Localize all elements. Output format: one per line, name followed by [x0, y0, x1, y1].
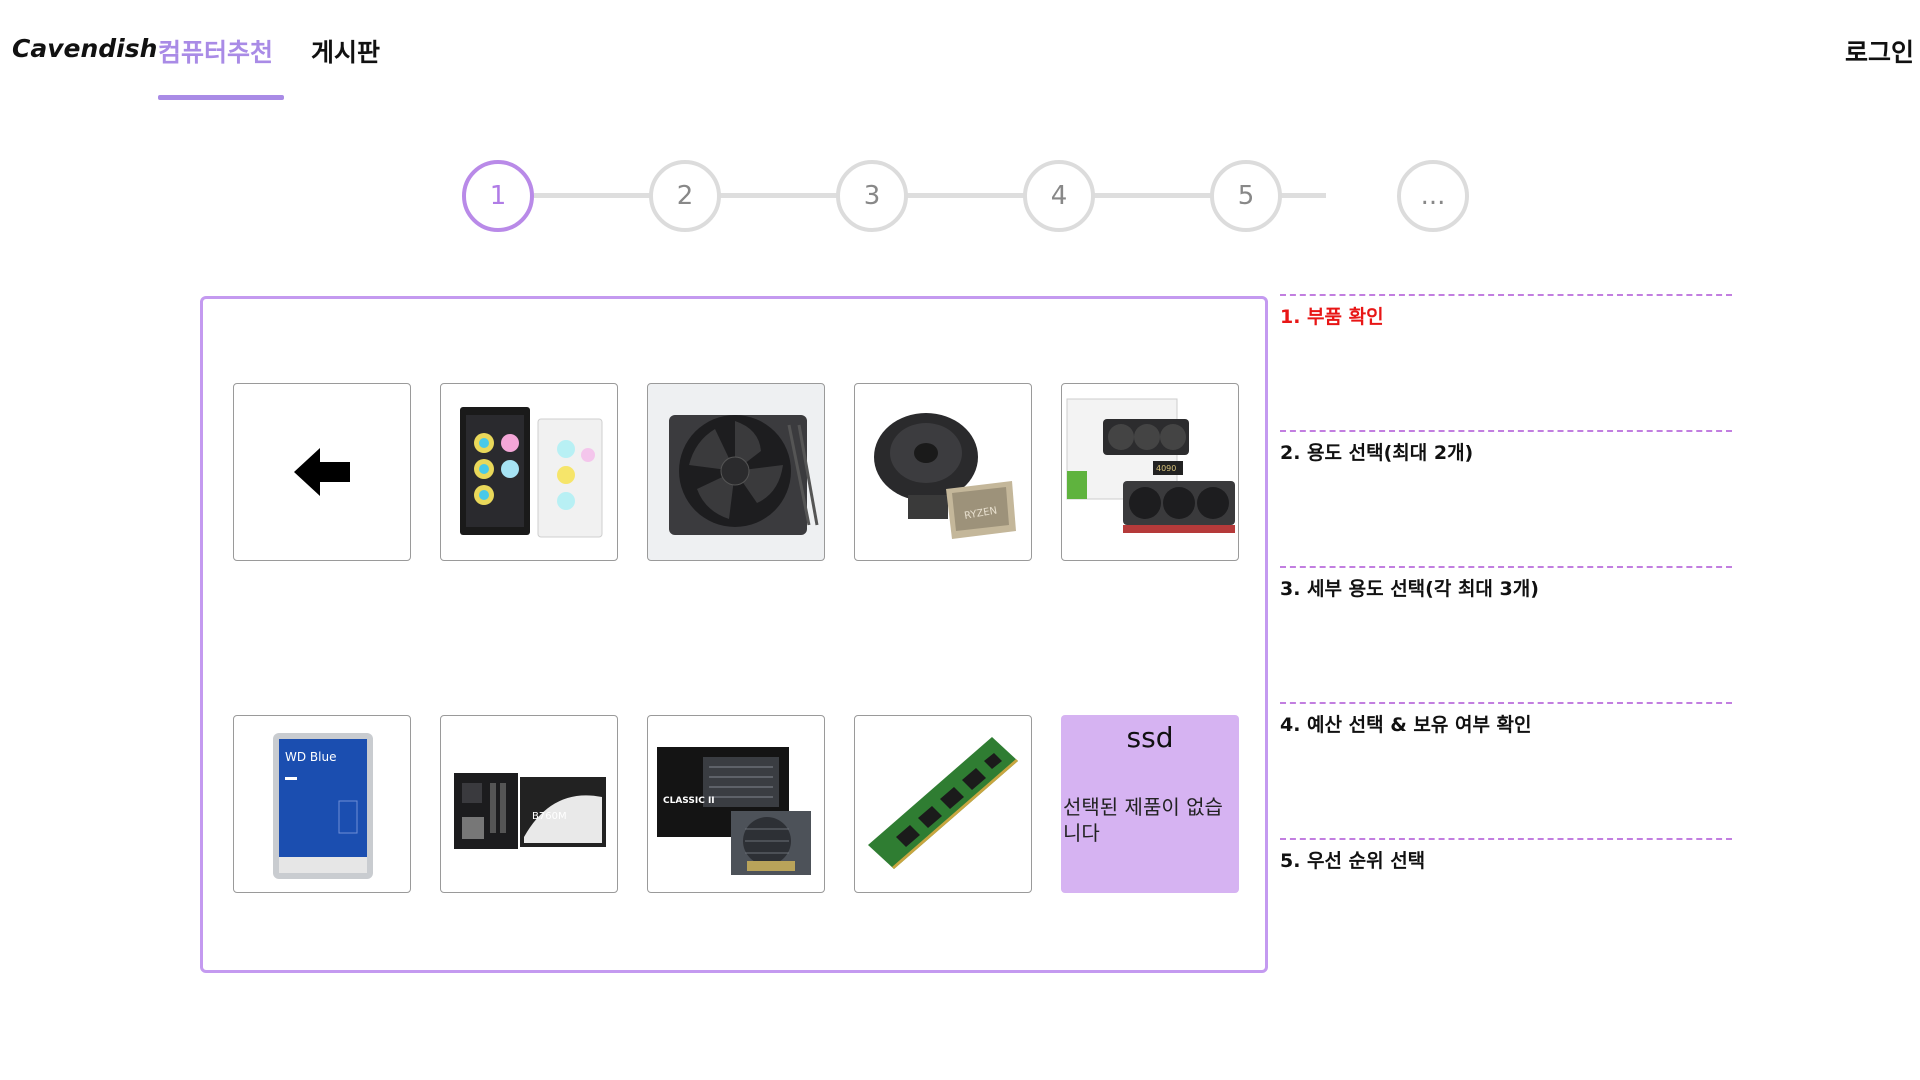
guide-label-1: 1. 부품 확인: [1280, 306, 1384, 328]
step-2[interactable]: 2: [649, 160, 721, 232]
part-tile-psu[interactable]: CLASSIC II: [647, 715, 825, 893]
step-5[interactable]: 5: [1210, 160, 1282, 232]
back-button[interactable]: [233, 383, 411, 561]
cpu-cooler-image: [669, 415, 819, 535]
brand-logo[interactable]: Cavendish: [12, 34, 157, 63]
guide-label-4: 4. 예산 선택 & 보유 여부 확인: [1280, 714, 1532, 736]
login-link[interactable]: 로그인: [1845, 33, 1914, 69]
guide-item-4: 4. 예산 선택 & 보유 여부 확인: [1280, 702, 1732, 736]
guide-label-3: 3. 세부 용도 선택(각 최대 3개): [1280, 578, 1539, 600]
step-more[interactable]: ...: [1397, 160, 1469, 232]
motherboard-image: B760M: [454, 773, 606, 849]
step-4[interactable]: 4: [1023, 160, 1095, 232]
psu-label-text: CLASSIC II: [663, 796, 715, 806]
parts-panel: RYZEN 4090 WD Blue B760M CLASSIC II ssd …: [200, 296, 1268, 973]
part-tile-motherboard[interactable]: B760M: [440, 715, 618, 893]
step-1[interactable]: 1: [462, 160, 534, 232]
progress-stepper: 1 2 3 4 5 ...: [0, 160, 1920, 232]
motherboard-model-text: B760M: [532, 811, 567, 822]
ssd-title: ssd: [1126, 721, 1174, 754]
nav-board[interactable]: 게시판: [311, 33, 380, 69]
arrow-left-icon: [294, 448, 350, 496]
part-tile-case[interactable]: [440, 383, 618, 561]
nav-active-underline: [158, 95, 284, 100]
part-tile-cooler[interactable]: [647, 383, 825, 561]
nav-computer-recommend[interactable]: 컴퓨터추천: [158, 33, 273, 69]
ssd-empty-message: 선택된 제품이 없습니다: [1063, 795, 1223, 845]
step-3[interactable]: 3: [836, 160, 908, 232]
part-tile-ssd-selected[interactable]: ssd 선택된 제품이 없습니다: [1061, 715, 1239, 893]
guide-item-5: 5. 우선 순위 선택: [1280, 838, 1732, 872]
part-tile-cpu[interactable]: RYZEN: [854, 383, 1032, 561]
top-nav: Cavendish 컴퓨터추천 게시판 로그인: [0, 0, 1920, 100]
part-tile-ram[interactable]: [854, 715, 1032, 893]
guide-item-3: 3. 세부 용도 선택(각 최대 3개): [1280, 566, 1732, 600]
pc-case-image: [460, 407, 603, 538]
guide-label-5: 5. 우선 순위 선택: [1280, 850, 1426, 872]
part-tile-hdd[interactable]: WD Blue: [233, 715, 411, 893]
psu-image: CLASSIC II: [657, 747, 811, 875]
hdd-image: WD Blue: [273, 733, 373, 879]
hdd-brand-text: WD Blue: [285, 750, 336, 764]
part-tile-gpu[interactable]: 4090: [1061, 383, 1239, 561]
ram-image: [868, 737, 1018, 869]
cpu-image: RYZEN: [874, 413, 1016, 539]
svg-text:4090: 4090: [1156, 464, 1176, 473]
guide-item-2: 2. 용도 선택(최대 2개): [1280, 430, 1732, 464]
guide-item-1: 1. 부품 확인: [1280, 294, 1732, 328]
guide-label-2: 2. 용도 선택(최대 2개): [1280, 442, 1474, 464]
gpu-image: 4090: [1066, 398, 1235, 533]
